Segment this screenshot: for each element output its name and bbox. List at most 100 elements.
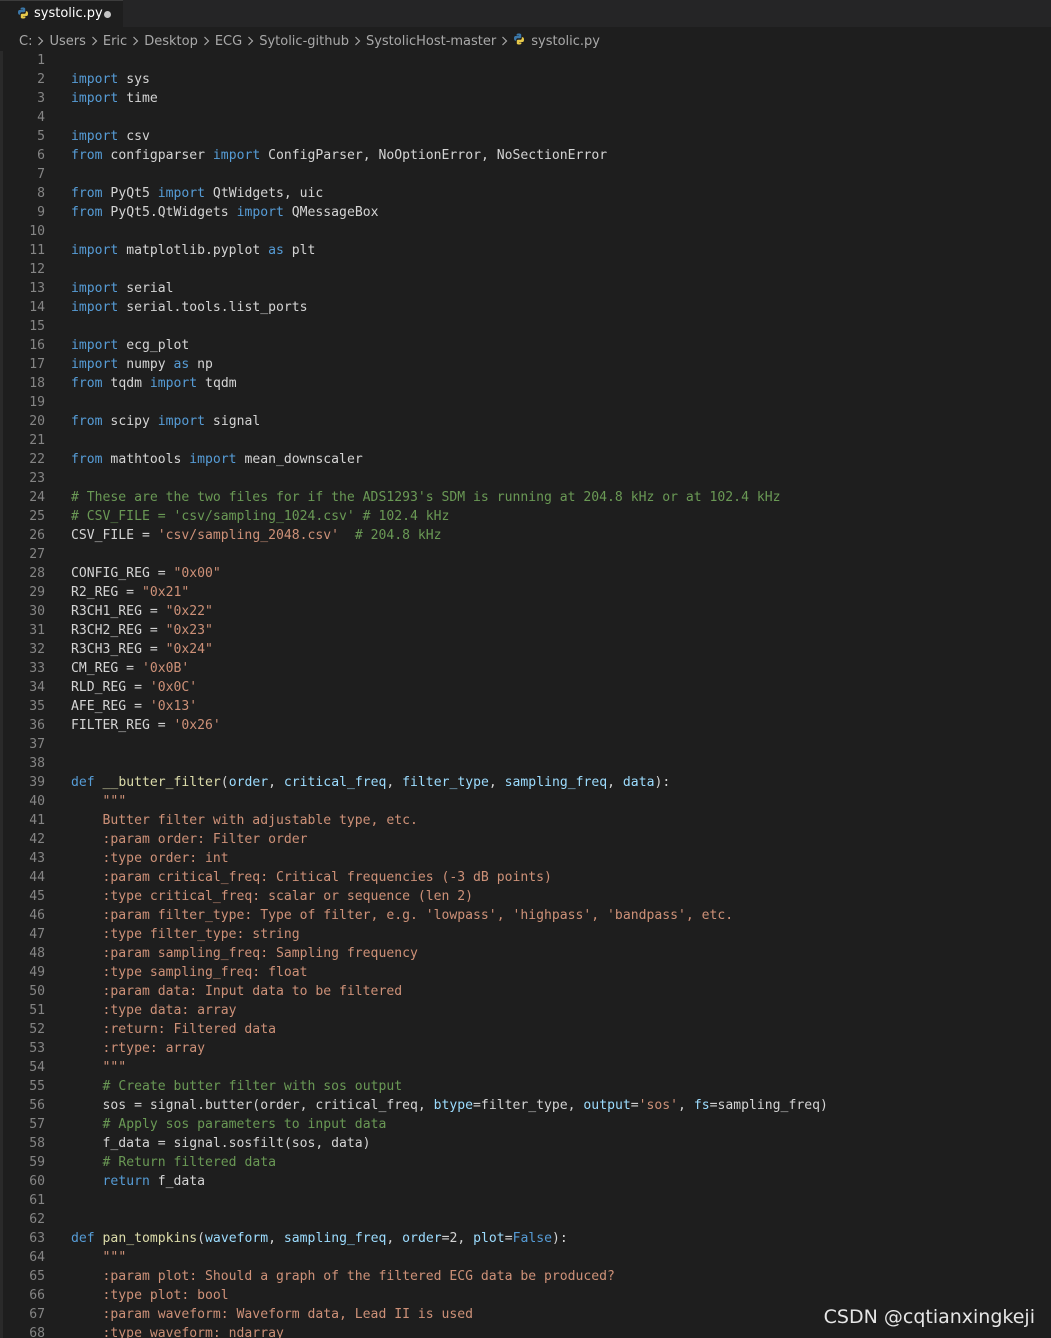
code-line[interactable]: 25 # CSV_FILE = 'csv/sampling_1024.csv' #… bbox=[0, 507, 1051, 526]
code-line[interactable]: 54 """ bbox=[0, 1058, 1051, 1077]
code-line[interactable]: 42 :param order: Filter order bbox=[0, 830, 1051, 849]
code-line[interactable]: 18 from tqdm import tqdm bbox=[0, 374, 1051, 393]
line-number: 4 bbox=[37, 110, 45, 125]
code-token: R2_REG = bbox=[71, 585, 142, 600]
code-line[interactable]: 50 :param data: Input data to be filtere… bbox=[0, 982, 1051, 1001]
code-line[interactable]: 37 bbox=[0, 735, 1051, 754]
code-line[interactable]: 27 bbox=[0, 545, 1051, 564]
code-line[interactable]: 2 import sys bbox=[0, 70, 1051, 89]
code-line[interactable]: 15 bbox=[0, 317, 1051, 336]
breadcrumb-item[interactable]: Sytolic-github bbox=[259, 34, 349, 49]
code-line[interactable]: 48 :param sampling_freq: Sampling freque… bbox=[0, 944, 1051, 963]
code-line[interactable]: 55 # Create butter filter with sos outpu… bbox=[0, 1077, 1051, 1096]
code-line[interactable]: 51 :type data: array bbox=[0, 1001, 1051, 1020]
code-line[interactable]: 29 R2_REG = "0x21" bbox=[0, 583, 1051, 602]
code-line[interactable]: 52 :return: Filtered data bbox=[0, 1020, 1051, 1039]
code-text: """ bbox=[71, 1248, 127, 1267]
code-line[interactable]: 5 import csv bbox=[0, 127, 1051, 146]
code-line[interactable]: 17 import numpy as np bbox=[0, 355, 1051, 374]
code-line[interactable]: 11 import matplotlib.pyplot as plt bbox=[0, 241, 1051, 260]
code-line[interactable]: 41 Butter filter with adjustable type, e… bbox=[0, 811, 1051, 830]
code-line[interactable]: 61 bbox=[0, 1191, 1051, 1210]
code-line[interactable]: 21 bbox=[0, 431, 1051, 450]
code-line[interactable]: 58 f_data = signal.sosfilt(sos, data) bbox=[0, 1134, 1051, 1153]
code-line[interactable]: 43 :type order: int bbox=[0, 849, 1051, 868]
code-token: as bbox=[268, 243, 284, 258]
breadcrumb-item[interactable]: ECG bbox=[215, 34, 242, 49]
tab-systolic-py[interactable]: systolic.py bbox=[0, 0, 123, 27]
code-line[interactable]: 64 """ bbox=[0, 1248, 1051, 1267]
breadcrumb-item[interactable]: Eric bbox=[103, 34, 127, 49]
code-token: from bbox=[71, 186, 103, 201]
code-line[interactable]: 6 from configparser import ConfigParser, … bbox=[0, 146, 1051, 165]
breadcrumb-item[interactable]: C: bbox=[19, 34, 32, 49]
code-token: "0x00" bbox=[173, 566, 221, 581]
code-line[interactable]: 57 # Apply sos parameters to input data bbox=[0, 1115, 1051, 1134]
code-line[interactable]: 34 RLD_REG = '0x0C' bbox=[0, 678, 1051, 697]
code-line[interactable]: 45 :type critical_freq: scalar or sequen… bbox=[0, 887, 1051, 906]
line-number: 11 bbox=[29, 243, 45, 258]
code-line[interactable]: 38 bbox=[0, 754, 1051, 773]
line-number: 16 bbox=[29, 338, 45, 353]
code-line[interactable]: 33 CM_REG = '0x0B' bbox=[0, 659, 1051, 678]
code-token: """ bbox=[102, 1250, 127, 1265]
code-line[interactable]: 1 bbox=[0, 51, 1051, 70]
code-line[interactable]: 35 AFE_REG = '0x13' bbox=[0, 697, 1051, 716]
breadcrumb-label: Eric bbox=[102, 33, 128, 49]
code-line[interactable]: 49 :type sampling_freq: float bbox=[0, 963, 1051, 982]
code-line[interactable]: 3 import time bbox=[0, 89, 1051, 108]
code-line[interactable]: 66 :type plot: bool bbox=[0, 1286, 1051, 1305]
breadcrumb-item[interactable]: Users bbox=[49, 34, 85, 49]
code-token: AFE_REG = bbox=[71, 699, 150, 714]
code-line[interactable]: 8 from PyQt5 import QtWidgets, uic bbox=[0, 184, 1051, 203]
code-line[interactable]: 9 from PyQt5.QtWidgets import QMessageBox bbox=[0, 203, 1051, 222]
code-line[interactable]: 44 :param critical_freq: Critical freque… bbox=[0, 868, 1051, 887]
code-line[interactable]: 65 :param plot: Should a graph of the fi… bbox=[0, 1267, 1051, 1286]
code-line[interactable]: 10 bbox=[0, 222, 1051, 241]
code-line[interactable]: 31 R3CH2_REG = "0x23" bbox=[0, 621, 1051, 640]
code-line[interactable]: 39 def __butter_filter(order, critical_fr… bbox=[0, 773, 1051, 792]
line-number: 57 bbox=[29, 1117, 45, 1132]
code-line[interactable]: 22 from mathtools import mean_downscaler bbox=[0, 450, 1051, 469]
code-line[interactable]: 20 from scipy import signal bbox=[0, 412, 1051, 431]
code-token: FILTER_REG = bbox=[71, 718, 174, 733]
code-line[interactable]: 14 import serial.tools.list_ports bbox=[0, 298, 1051, 317]
code-line[interactable]: 62 bbox=[0, 1210, 1051, 1229]
code-line[interactable]: 47 :type filter_type: string bbox=[0, 925, 1051, 944]
code-line[interactable]: 4 bbox=[0, 108, 1051, 127]
code-text: CSV_FILE = 'csv/sampling_2048.csv' # 204… bbox=[71, 526, 442, 545]
code-line[interactable]: 30 R3CH1_REG = "0x22" bbox=[0, 602, 1051, 621]
code-line[interactable]: 40 """ bbox=[0, 792, 1051, 811]
code-line[interactable]: 12 bbox=[0, 260, 1051, 279]
code-token: = bbox=[504, 1231, 513, 1246]
code-line[interactable]: 56 sos = signal.butter(order, critical_f… bbox=[0, 1096, 1051, 1115]
code-token: return bbox=[102, 1174, 150, 1189]
code-line[interactable]: 63 def pan_tompkins(waveform, sampling_fr… bbox=[0, 1229, 1051, 1248]
code-token: PyQt5 bbox=[102, 186, 158, 201]
code-line[interactable]: 46 :param filter_type: Type of filter, e… bbox=[0, 906, 1051, 925]
code-line[interactable]: 53 :rtype: array bbox=[0, 1039, 1051, 1058]
code-line[interactable]: 36 FILTER_REG = '0x26' bbox=[0, 716, 1051, 735]
code-text: # CSV_FILE = 'csv/sampling_1024.csv' # 1… bbox=[71, 507, 449, 526]
code-line[interactable]: 59 # Return filtered data bbox=[0, 1153, 1051, 1172]
code-line[interactable]: 13 import serial bbox=[0, 279, 1051, 298]
code-text: from PyQt5.QtWidgets import QMessageBox bbox=[71, 203, 378, 222]
code-editor[interactable]: 1 2 import sys 3 import time 4 5 import csv 6 fro… bbox=[0, 51, 1051, 1338]
code-line[interactable]: 7 bbox=[0, 165, 1051, 184]
code-line[interactable]: 32 R3CH3_REG = "0x24" bbox=[0, 640, 1051, 659]
code-line[interactable]: 26 CSV_FILE = 'csv/sampling_2048.csv' # 2… bbox=[0, 526, 1051, 545]
code-text: :type data: array bbox=[71, 1001, 237, 1020]
unsaved-indicator-icon[interactable] bbox=[104, 11, 111, 18]
code-text: from PyQt5 import QtWidgets, uic bbox=[71, 184, 323, 203]
code-token: # Create butter filter with sos output bbox=[102, 1079, 403, 1094]
code-line[interactable]: 24 # These are the two files for if the A… bbox=[0, 488, 1051, 507]
code-line[interactable]: 28 CONFIG_REG = "0x00" bbox=[0, 564, 1051, 583]
code-line[interactable]: 23 bbox=[0, 469, 1051, 488]
code-line[interactable]: 16 import ecg_plot bbox=[0, 336, 1051, 355]
code-text: import time bbox=[71, 89, 158, 108]
breadcrumb-item[interactable]: SystolicHost-master bbox=[366, 34, 496, 49]
code-line[interactable]: 19 bbox=[0, 393, 1051, 412]
code-line[interactable]: 60 return f_data bbox=[0, 1172, 1051, 1191]
breadcrumb-item[interactable]: systolic.py bbox=[513, 33, 600, 49]
breadcrumb-item[interactable]: Desktop bbox=[144, 34, 198, 49]
